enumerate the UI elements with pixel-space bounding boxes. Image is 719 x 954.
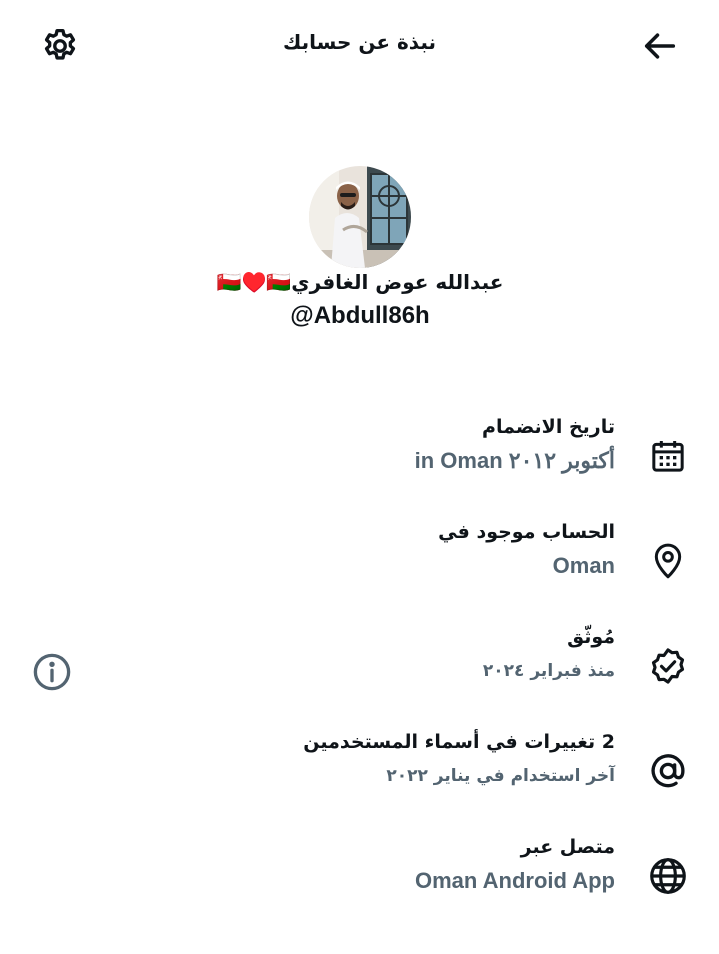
display-name: عبدالله عوض الغافري🇴🇲♥️🇴🇲 — [216, 270, 504, 294]
globe-icon — [650, 858, 686, 894]
location-pin-icon — [654, 543, 682, 579]
username-changes-label: 2 تغييرات في أسماء المستخدمين — [303, 731, 615, 753]
arrow-left-icon — [644, 33, 676, 59]
detail-row-username-changes: 2 تغييرات في أسماء المستخدمين آخر استخدا… — [0, 725, 719, 805]
username: @Abdull86h — [290, 302, 430, 329]
detail-row-connected-via: متصل عبر Oman Android App — [0, 830, 719, 910]
page-title: نبذة عن حسابك — [282, 30, 437, 54]
username-changes-value: آخر استخدام في يناير ٢٠٢٢ — [386, 766, 615, 786]
at-sign-icon — [651, 754, 685, 788]
joined-value: أكتوبر ٢٠١٢ in Oman — [414, 448, 615, 473]
connected-via-label: متصل عبر — [520, 836, 615, 858]
joined-label: تاريخ الانضمام — [482, 416, 615, 438]
avatar-image — [309, 166, 411, 268]
verified-label: مُوثّق — [567, 626, 615, 648]
detail-row-location: الحساب موجود في Oman — [0, 515, 719, 595]
avatar[interactable] — [309, 166, 411, 268]
location-value: Oman — [552, 553, 615, 578]
back-button[interactable] — [632, 18, 688, 74]
info-icon — [33, 653, 71, 691]
verified-badge-icon — [651, 648, 685, 684]
verified-value: منذ فبراير ٢٠٢٤ — [482, 661, 615, 681]
detail-row-joined: تاريخ الانضمام أكتوبر ٢٠١٢ in Oman — [0, 410, 719, 490]
top-bar: نبذة عن حسابك — [0, 0, 719, 92]
location-label: الحساب موجود في — [438, 521, 615, 543]
calendar-icon — [652, 441, 684, 472]
detail-row-verified: مُوثّق منذ فبراير ٢٠٢٤ — [0, 620, 719, 700]
connected-via-value: Oman Android App — [414, 868, 615, 893]
info-button[interactable] — [24, 644, 80, 700]
